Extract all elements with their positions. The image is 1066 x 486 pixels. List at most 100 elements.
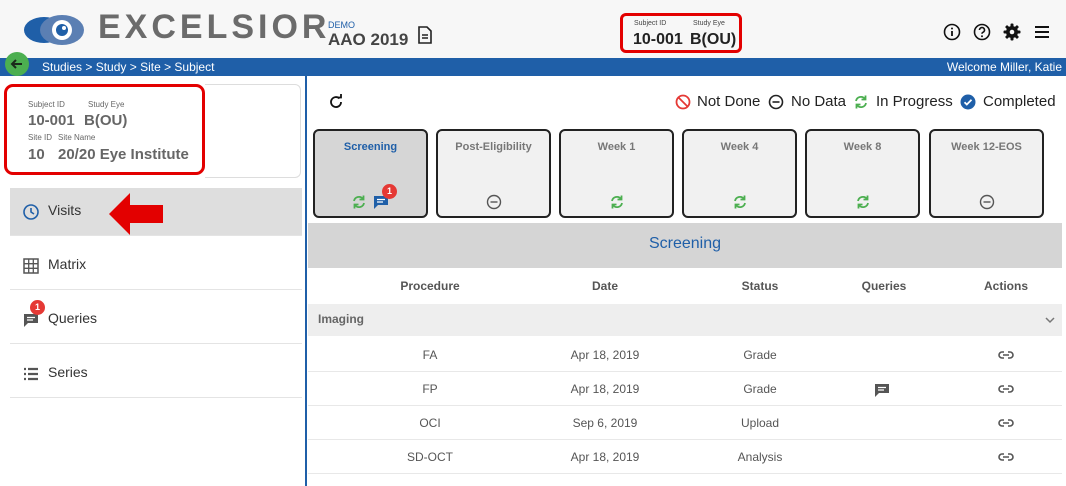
visit-title: Screening — [343, 141, 398, 153]
cell-procedure: FP — [422, 382, 438, 396]
sidebar-item-matrix[interactable]: Matrix — [10, 242, 302, 290]
table-row: FA Apr 18, 2019 Grade — [308, 338, 1062, 372]
no-data-icon — [486, 194, 502, 210]
cell-status[interactable]: Analysis — [700, 450, 820, 464]
cell-procedure: OCI — [419, 416, 441, 430]
clock-icon — [23, 204, 39, 220]
sidebar-item-label: Matrix — [48, 256, 87, 272]
no-data-icon — [768, 94, 784, 110]
visit-card-week-4[interactable]: Week 4 — [682, 129, 797, 218]
table-row: FP Apr 18, 2019 Grade — [308, 372, 1062, 406]
visit-title: Week 4 — [720, 141, 759, 153]
cell-status[interactable]: Grade — [700, 348, 820, 362]
card-study-eye-label: Study Eye — [88, 100, 125, 109]
table-row: SD-OCT Apr 18, 2019 Analysis — [308, 440, 1062, 474]
column-header-date[interactable]: Date — [530, 279, 680, 293]
cell-procedure: SD-OCT — [407, 450, 453, 464]
column-header-procedure[interactable]: Procedure — [350, 279, 510, 293]
selected-visit-banner: Screening — [308, 223, 1062, 268]
table-row: OCI Sep 6, 2019 Upload — [308, 406, 1062, 440]
welcome-text: Welcome Miller, Katie — [946, 60, 1062, 74]
breadcrumb[interactable]: Studies > Study > Site > Subject — [42, 60, 214, 74]
sidebar-item-series[interactable]: Series — [10, 350, 302, 398]
header-subject-box: Subject ID Study Eye 10-001 B(OU) — [620, 13, 742, 53]
visit-title: Week 8 — [843, 141, 882, 153]
subject-id-label: Subject ID — [634, 20, 667, 27]
menu-icon[interactable] — [1033, 23, 1051, 41]
card-study-eye: B(OU) — [84, 112, 128, 129]
sidebar-item-queries[interactable]: 1 Queries — [10, 296, 302, 344]
column-header-status[interactable]: Status — [700, 279, 820, 293]
subject-card: Subject ID Study Eye 10-001 B(OU) Site I… — [4, 84, 205, 175]
logo-icon — [24, 15, 84, 45]
queries-badge: 1 — [30, 300, 45, 315]
in-progress-icon — [611, 195, 623, 209]
link-icon[interactable] — [998, 382, 1014, 396]
visit-card-week-12-eos[interactable]: Week 12-EOS — [929, 129, 1044, 218]
visit-title: Week 12-EOS — [951, 141, 1022, 153]
document-icon[interactable] — [417, 26, 433, 44]
no-data-icon — [979, 194, 995, 210]
demo-label: DEMO — [328, 20, 355, 30]
in-progress-icon — [353, 195, 365, 209]
group-label: Imaging — [318, 312, 365, 326]
refresh-icon[interactable] — [328, 94, 344, 110]
completed-icon — [960, 94, 976, 110]
legend-in-progress: In Progress — [876, 93, 953, 110]
grid-icon — [23, 258, 39, 274]
in-progress-icon — [857, 195, 869, 209]
visit-card-screening[interactable]: Screening 1 — [313, 129, 428, 218]
help-icon[interactable] — [973, 23, 991, 41]
cell-date: Apr 18, 2019 — [570, 450, 640, 464]
column-header-actions: Actions — [983, 279, 1028, 293]
cell-date: Sep 6, 2019 — [572, 416, 638, 430]
visit-card-week-1[interactable]: Week 1 — [559, 129, 674, 218]
study-name[interactable]: AAO 2019 — [328, 30, 408, 50]
in-progress-icon — [734, 195, 746, 209]
cell-procedure: FA — [422, 348, 438, 362]
link-icon[interactable] — [998, 416, 1014, 430]
subject-card-frame — [205, 84, 301, 178]
subject-id-value: 10-001 — [633, 31, 683, 48]
not-done-icon — [675, 94, 691, 110]
in-progress-icon — [855, 95, 867, 109]
cell-date: Apr 18, 2019 — [570, 348, 640, 362]
app-header: EXCELSIOR DEMO AAO 2019 Subject ID Study… — [0, 0, 1066, 58]
sidebar-item-label: Queries — [48, 310, 98, 326]
visit-card-post-eligibility[interactable]: Post-Eligibility — [436, 129, 551, 218]
visit-title: Post-Eligibility — [455, 141, 532, 153]
cell-date: Apr 18, 2019 — [570, 382, 640, 396]
chevron-down-icon[interactable] — [1044, 314, 1056, 326]
chat-icon[interactable] — [874, 382, 890, 398]
info-icon[interactable] — [943, 23, 961, 41]
study-eye-value: B(OU) — [690, 31, 737, 48]
red-arrow-annotation — [109, 193, 163, 235]
card-subject-id: 10-001 — [28, 112, 75, 129]
link-icon[interactable] — [998, 348, 1014, 362]
logo-text: EXCELSIOR — [98, 8, 331, 46]
legend-not-done: Not Done — [697, 93, 761, 110]
card-site-name: 20/20 Eye Institute — [58, 146, 189, 163]
link-icon[interactable] — [998, 450, 1014, 464]
sidebar-item-label: Visits — [48, 202, 82, 218]
column-header-queries[interactable]: Queries — [844, 279, 924, 293]
legend-completed: Completed — [983, 93, 1056, 110]
card-site-id-label: Site ID — [28, 133, 53, 142]
legend-no-data: No Data — [791, 93, 847, 110]
query-badge: 1 — [382, 184, 397, 199]
study-eye-label: Study Eye — [693, 20, 725, 27]
visit-card-week-8[interactable]: Week 8 — [805, 129, 920, 218]
cell-status[interactable]: Grade — [700, 382, 820, 396]
card-site-id: 10 — [28, 146, 45, 163]
back-button[interactable] — [5, 52, 29, 76]
arrow-left-icon — [10, 59, 22, 69]
visit-title: Week 1 — [597, 141, 636, 153]
card-site-name-label: Site Name — [58, 133, 96, 142]
gear-icon[interactable] — [1003, 23, 1021, 41]
card-subject-id-label: Subject ID — [28, 100, 65, 109]
list-icon — [24, 367, 38, 381]
group-row-imaging[interactable]: Imaging — [308, 304, 1062, 336]
sidebar-item-label: Series — [48, 364, 88, 380]
cell-status[interactable]: Upload — [700, 416, 820, 430]
selected-visit-title: Screening — [648, 235, 722, 252]
